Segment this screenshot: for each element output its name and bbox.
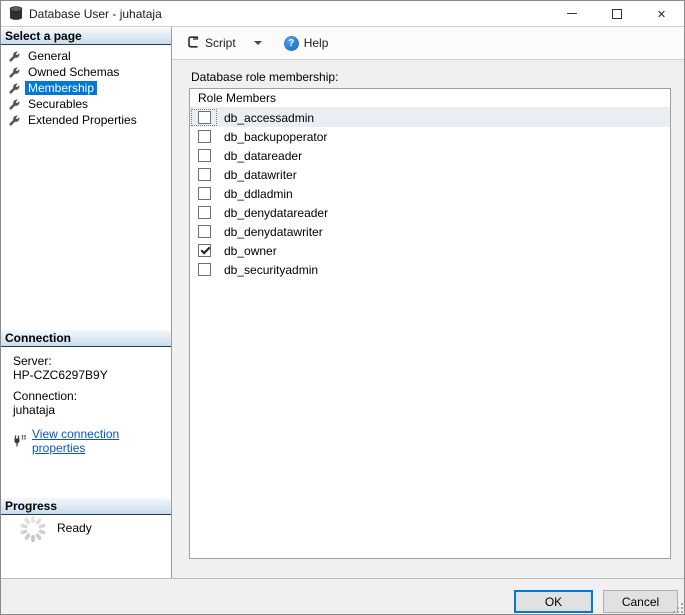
script-button-label: Script <box>205 36 236 50</box>
progress-status: Ready <box>19 515 92 543</box>
close-icon <box>657 7 666 21</box>
sidebar-item-label: Membership <box>25 81 98 95</box>
connection-header: Connection <box>1 330 171 347</box>
role-checkbox[interactable] <box>197 130 211 143</box>
window-title: Database User - juhataja <box>29 6 162 21</box>
checkbox-cell <box>190 241 218 260</box>
select-a-page-header: Select a page <box>1 28 171 45</box>
sidebar-item-label: General <box>28 49 71 63</box>
sidebar-item-extended-properties[interactable]: Extended Properties <box>1 112 171 128</box>
help-button[interactable]: Help <box>280 34 333 53</box>
role-name: db_accessadmin <box>224 110 315 125</box>
role-row[interactable]: db_denydatareader <box>190 203 670 222</box>
script-button[interactable]: Script <box>182 33 240 54</box>
connection-properties-icon <box>13 434 27 448</box>
sidebar: Select a page General Owned Schemas Memb… <box>1 27 172 578</box>
connection-value: juhataja <box>13 403 56 417</box>
role-checkbox[interactable] <box>197 244 211 257</box>
sidebar-item-label: Securables <box>28 97 89 111</box>
role-checkbox[interactable] <box>197 168 211 181</box>
wrench-icon <box>8 66 21 78</box>
sidebar-item-membership[interactable]: Membership <box>1 80 171 96</box>
script-dropdown-button[interactable] <box>250 39 266 47</box>
checkbox-cell <box>190 184 218 203</box>
main-pane: Script Help Database role membership: Ro… <box>172 27 684 578</box>
role-row[interactable]: db_datareader <box>190 146 670 165</box>
wrench-icon <box>8 82 21 94</box>
role-checkbox[interactable] <box>197 263 211 276</box>
role-checkbox[interactable] <box>197 111 211 124</box>
script-icon <box>186 35 200 52</box>
role-name: db_datawriter <box>224 167 297 182</box>
wrench-icon <box>8 114 21 126</box>
sidebar-item-owned-schemas[interactable]: Owned Schemas <box>1 64 171 80</box>
database-icon <box>9 6 23 21</box>
sidebar-item-securables[interactable]: Securables <box>1 96 171 112</box>
checkbox-cell <box>190 260 218 279</box>
help-icon <box>283 35 299 51</box>
database-user-dialog: Database User - juhataja Select a page G… <box>0 0 685 615</box>
minimize-icon <box>566 13 577 14</box>
checkbox-cell <box>190 127 218 146</box>
role-members-column-header: Role Members <box>190 89 670 108</box>
role-name: db_owner <box>224 243 277 258</box>
wrench-icon <box>8 50 21 62</box>
footer-bar: OK Cancel <box>1 578 684 614</box>
role-members-list[interactable]: Role Members db_accessadmin db_backupope… <box>189 88 671 559</box>
role-row[interactable]: db_securityadmin <box>190 260 670 279</box>
role-checkbox[interactable] <box>197 149 211 162</box>
role-checkbox[interactable] <box>197 225 211 238</box>
server-label: Server: <box>13 354 52 368</box>
ok-button[interactable]: OK <box>514 590 593 613</box>
toolbar: Script Help <box>172 27 684 60</box>
role-row[interactable]: db_datawriter <box>190 165 670 184</box>
role-name: db_securityadmin <box>224 262 319 277</box>
role-checkbox[interactable] <box>197 206 211 219</box>
role-row[interactable]: db_owner <box>190 241 670 260</box>
role-name: db_denydatareader <box>224 205 329 220</box>
connection-info: Server: HP-CZC6297B9Y Connection: juhata… <box>13 354 169 455</box>
progress-spinner-icon <box>20 516 46 542</box>
database-role-membership-label: Database role membership: <box>191 70 339 84</box>
help-button-label: Help <box>303 36 329 50</box>
close-button[interactable] <box>639 1 684 26</box>
minimize-button[interactable] <box>549 1 594 26</box>
progress-ready-text: Ready <box>57 521 92 535</box>
sidebar-item-label: Extended Properties <box>28 113 137 127</box>
page-list: General Owned Schemas Membership Securab… <box>1 48 171 128</box>
role-row[interactable]: db_denydatawriter <box>190 222 670 241</box>
server-value: HP-CZC6297B9Y <box>13 368 108 382</box>
role-row[interactable]: db_ddladmin <box>190 184 670 203</box>
role-row[interactable]: db_accessadmin <box>190 108 670 127</box>
dialog-body: Select a page General Owned Schemas Memb… <box>1 27 684 578</box>
role-name: db_datareader <box>224 148 303 163</box>
checkbox-cell <box>190 203 218 222</box>
checkbox-cell <box>190 108 218 127</box>
sidebar-item-label: Owned Schemas <box>28 65 120 79</box>
checkbox-cell <box>190 222 218 241</box>
role-checkbox[interactable] <box>197 187 211 200</box>
role-row[interactable]: db_backupoperator <box>190 127 670 146</box>
checkbox-cell <box>190 146 218 165</box>
checkbox-cell <box>190 165 218 184</box>
maximize-button[interactable] <box>594 1 639 26</box>
progress-header: Progress <box>1 498 171 515</box>
chevron-down-icon <box>253 41 262 45</box>
view-connection-properties-link[interactable]: View connection properties <box>32 427 169 455</box>
cancel-button[interactable]: Cancel <box>603 590 678 613</box>
role-name: db_backupoperator <box>224 129 328 144</box>
maximize-icon <box>611 8 622 19</box>
role-name: db_denydatawriter <box>224 224 323 239</box>
connection-label: Connection: <box>13 389 78 403</box>
title-bar: Database User - juhataja <box>1 1 684 27</box>
resize-grip[interactable] <box>672 602 684 614</box>
role-name: db_ddladmin <box>224 186 293 201</box>
sidebar-item-general[interactable]: General <box>1 48 171 64</box>
wrench-icon <box>8 98 21 110</box>
